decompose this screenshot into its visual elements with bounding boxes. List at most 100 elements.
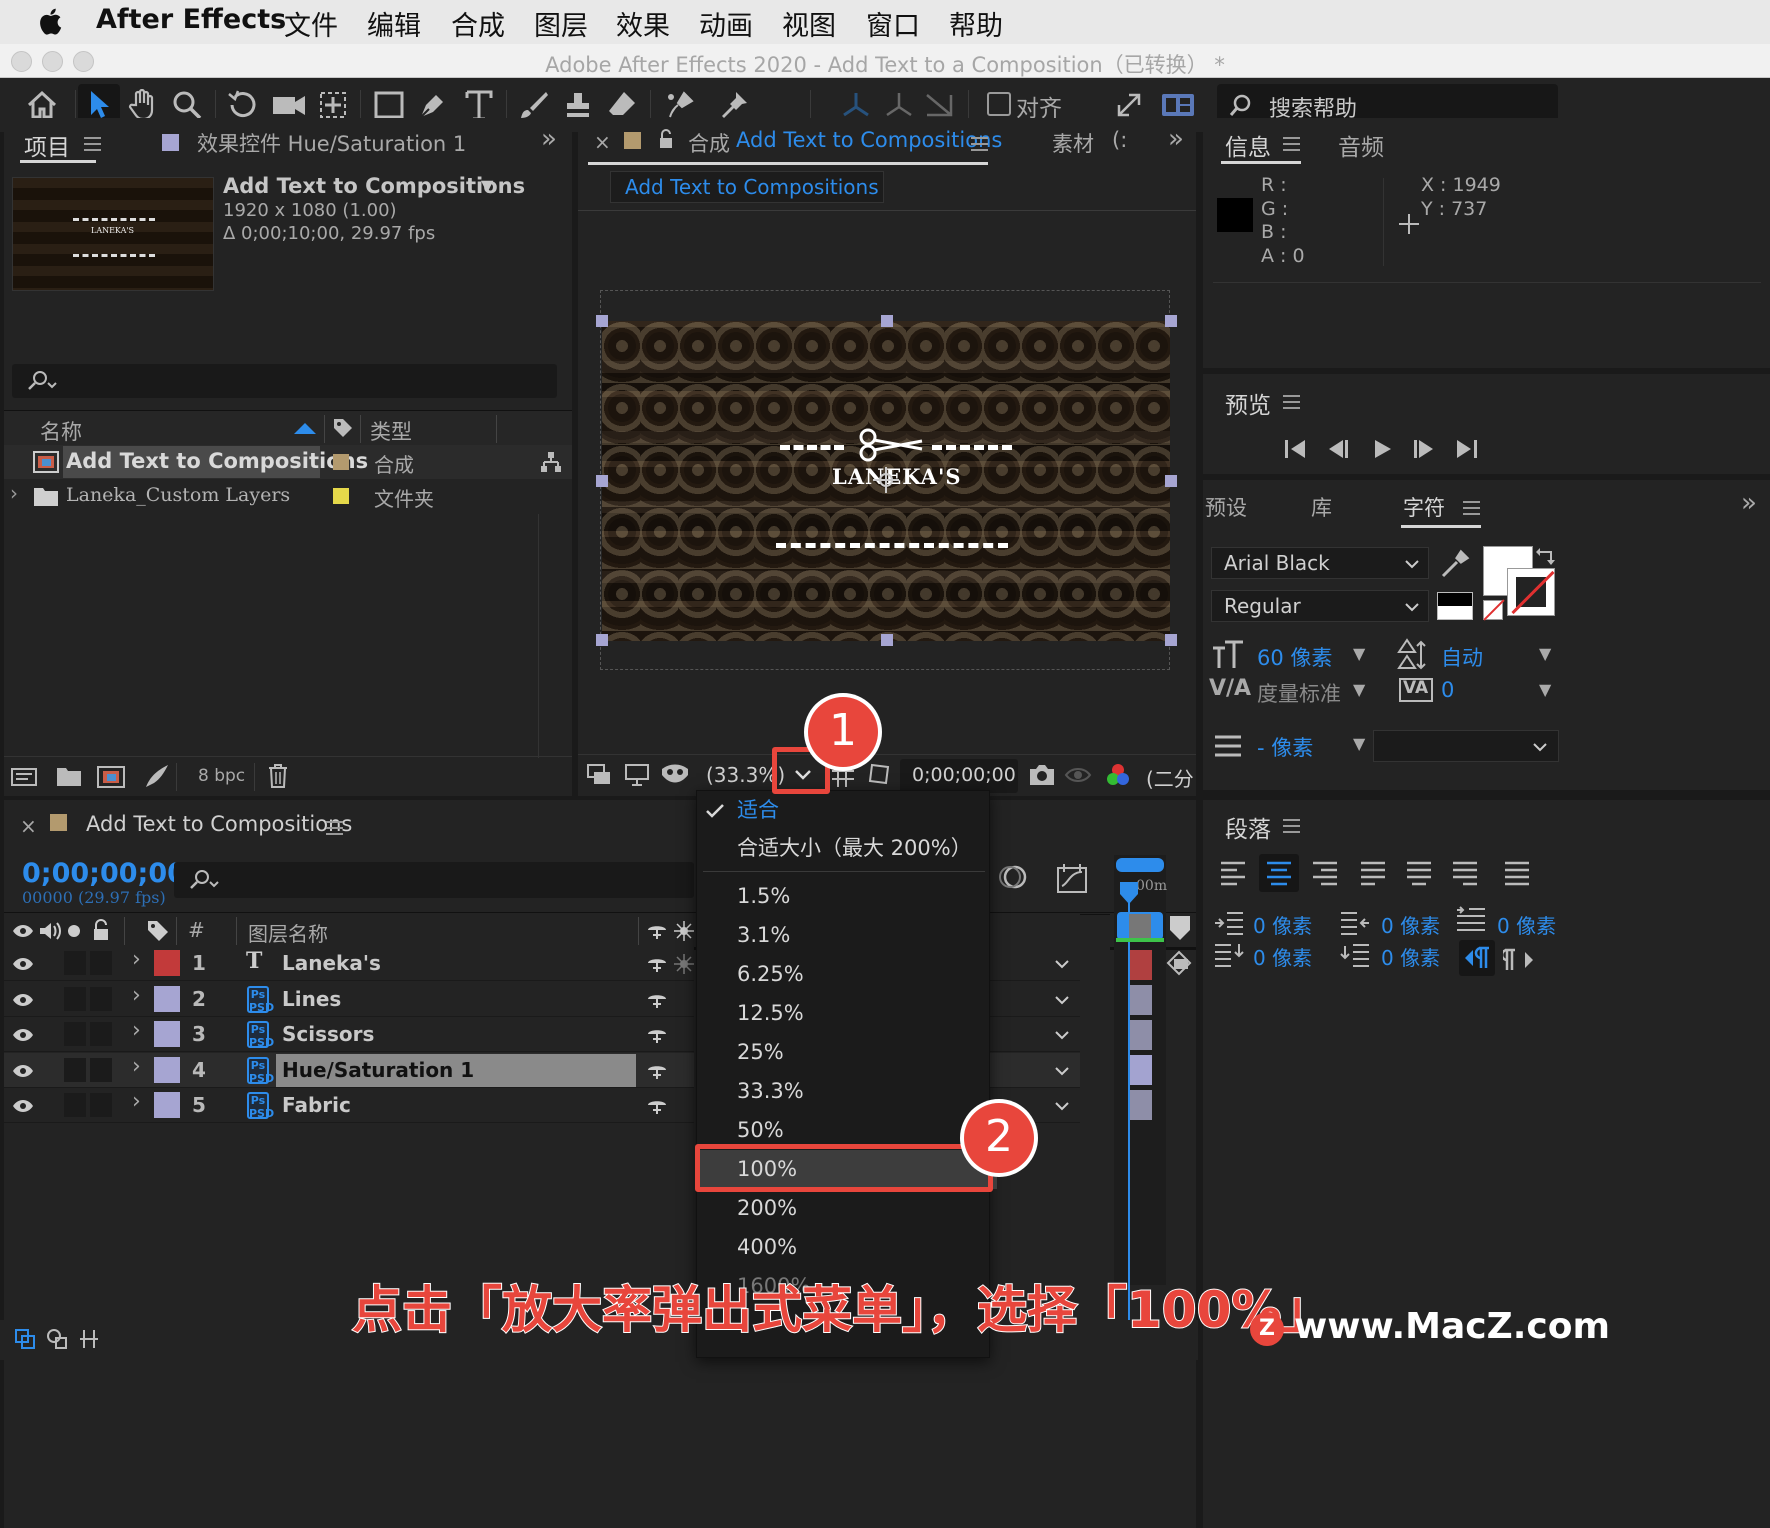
space-before-value[interactable]: 0 像素 <box>1253 942 1312 971</box>
layer-label-swatch[interactable] <box>154 1057 180 1083</box>
timeline-search-input[interactable] <box>174 862 694 898</box>
character-panel-menu-icon[interactable] <box>1463 501 1480 515</box>
eye-icon[interactable] <box>12 1098 34 1114</box>
no-color-swatch[interactable] <box>1483 599 1505 621</box>
new-folder-icon[interactable] <box>56 765 82 787</box>
solo-box[interactable] <box>64 951 86 975</box>
close-tab-icon[interactable]: × <box>594 130 611 154</box>
tracking-dropdown-icon[interactable]: ▼ <box>1539 680 1551 699</box>
preview-panel-menu-icon[interactable] <box>1283 395 1300 409</box>
graph-editor-icon[interactable] <box>1056 862 1088 894</box>
project-settings-icon[interactable] <box>142 763 170 789</box>
always-preview-icon[interactable] <box>586 763 612 787</box>
menu-item-fit[interactable]: 适合 <box>697 791 997 830</box>
show-snapshot-icon[interactable] <box>1064 763 1092 787</box>
menu-item-zoom-option[interactable]: 33.3% <box>697 1072 997 1111</box>
layer-bar[interactable] <box>1130 1090 1152 1120</box>
tab-footage-extra[interactable]: (: <box>1112 128 1127 152</box>
black-white-swatch[interactable] <box>1437 592 1473 620</box>
leading-value[interactable]: 自动 <box>1441 642 1483 672</box>
menu-layer[interactable]: 图层 <box>534 4 588 43</box>
label-color-swatch[interactable] <box>333 488 349 504</box>
font-family-select[interactable]: Arial Black <box>1211 547 1429 579</box>
collapse-switch-icon[interactable] <box>674 921 694 941</box>
menu-animation[interactable]: 动画 <box>699 4 753 43</box>
column-type[interactable]: 类型 <box>370 416 412 446</box>
flowchart-icon[interactable] <box>540 451 562 473</box>
viewer-timecode-field[interactable]: 0;00;00;00 <box>900 759 1018 793</box>
layer-label-swatch[interactable] <box>154 1021 180 1047</box>
menu-help[interactable]: 帮助 <box>949 4 1003 43</box>
eye-icon[interactable] <box>12 1063 34 1079</box>
stroke-width-value[interactable]: - 像素 <box>1257 732 1313 762</box>
indent-right-value[interactable]: 0 像素 <box>1381 910 1440 939</box>
transform-handle[interactable] <box>1165 634 1177 646</box>
solo-icon[interactable] <box>68 925 80 937</box>
layer-label-swatch[interactable] <box>154 950 180 976</box>
layer-mode-dropdown[interactable] <box>990 1017 1080 1052</box>
collapse-switch-icon[interactable] <box>674 954 694 974</box>
comp-panel-menu-icon[interactable] <box>971 137 988 151</box>
layer-row[interactable]: › 1 T Laneka's <box>4 946 694 981</box>
apple-icon[interactable] <box>38 7 62 36</box>
transform-handle[interactable] <box>1165 475 1177 487</box>
eyedropper-icon[interactable] <box>1439 548 1471 580</box>
comp-tab-name[interactable]: Add Text to Compositions <box>736 128 1002 152</box>
align-left-icon[interactable] <box>1219 860 1247 886</box>
shy-switch-icon[interactable] <box>646 1025 668 1045</box>
layer-row[interactable]: › 5 Ps PSD Fabric <box>4 1088 694 1123</box>
expand-chevron-icon[interactable]: › <box>132 1089 141 1114</box>
menu-item-zoom-option[interactable]: 1.5% <box>697 877 997 916</box>
channel-rgb-icon[interactable] <box>1104 761 1132 789</box>
resolution-dropdown[interactable]: (二分 <box>1146 763 1194 792</box>
layer-bar[interactable] <box>1130 1020 1152 1050</box>
label-tag-icon[interactable] <box>332 417 354 439</box>
transform-handle[interactable] <box>596 634 608 646</box>
project-panel-menu-icon[interactable] <box>84 137 101 151</box>
justify-center-icon[interactable] <box>1405 860 1433 886</box>
bit-depth-button[interactable]: 8 bpc <box>198 766 245 786</box>
play-icon[interactable] <box>1371 438 1393 460</box>
menu-effect[interactable]: 效果 <box>616 4 670 43</box>
indent-left-value[interactable]: 0 像素 <box>1253 910 1312 939</box>
expand-chevron-icon[interactable]: › <box>132 947 141 972</box>
label-color-swatch[interactable] <box>333 454 349 470</box>
layer-mode-dropdown[interactable] <box>990 982 1080 1017</box>
lock-icon[interactable] <box>92 919 110 941</box>
tab-audio[interactable]: 音频 <box>1338 128 1384 162</box>
last-frame-icon[interactable] <box>1453 438 1479 460</box>
lock-box[interactable] <box>90 1093 112 1117</box>
stroke-color-swatch[interactable] <box>1507 568 1555 616</box>
layer-bar[interactable] <box>1130 1055 1152 1085</box>
kerning-value[interactable]: 度量标准 <box>1257 678 1341 708</box>
layer-name[interactable]: Hue/Saturation 1 <box>282 1058 474 1082</box>
paragraph-panel-menu-icon[interactable] <box>1283 819 1300 833</box>
layer-row[interactable]: › 4 Ps PSD Hue/Saturation 1 <box>4 1053 694 1088</box>
transform-handle[interactable] <box>596 315 608 327</box>
anchor-point-icon[interactable] <box>873 467 899 493</box>
layer-name[interactable]: Laneka's <box>282 951 381 975</box>
first-frame-icon[interactable] <box>1283 438 1309 460</box>
panel-overflow-icon[interactable]: » <box>1168 124 1184 154</box>
layer-bar[interactable] <box>1130 985 1152 1015</box>
lock-box[interactable] <box>90 1022 112 1046</box>
solo-box[interactable] <box>64 1058 86 1082</box>
menu-item-zoom-option[interactable]: 3.1% <box>697 916 997 955</box>
column-layer-name[interactable]: 图层名称 <box>248 918 328 947</box>
menu-item-zoom-option[interactable]: 200% <box>697 1189 997 1228</box>
lock-box[interactable] <box>90 1058 112 1082</box>
previous-frame-icon[interactable] <box>1325 438 1351 460</box>
layer-label-swatch[interactable] <box>154 1092 180 1118</box>
layer-row[interactable]: › 2 Ps PSD Lines <box>4 982 694 1017</box>
menu-item-zoom-option[interactable]: 6.25% <box>697 955 997 994</box>
solo-box[interactable] <box>64 987 86 1011</box>
solo-box[interactable] <box>64 1022 86 1046</box>
toggle-modes-icon[interactable] <box>46 1328 68 1350</box>
info-panel-menu-icon[interactable] <box>1283 137 1300 151</box>
stroke-dropdown-icon[interactable]: ▼ <box>1353 734 1365 753</box>
font-size-value[interactable]: 60 像素 <box>1257 642 1332 672</box>
size-dropdown-icon[interactable]: ▼ <box>1353 644 1365 663</box>
timeline-tab-name[interactable]: Add Text to Compositions <box>86 812 352 836</box>
project-item-row[interactable]: › Laneka_Custom Layers 文件夹 <box>4 479 572 513</box>
toggle-in-out-icon[interactable] <box>78 1328 100 1350</box>
